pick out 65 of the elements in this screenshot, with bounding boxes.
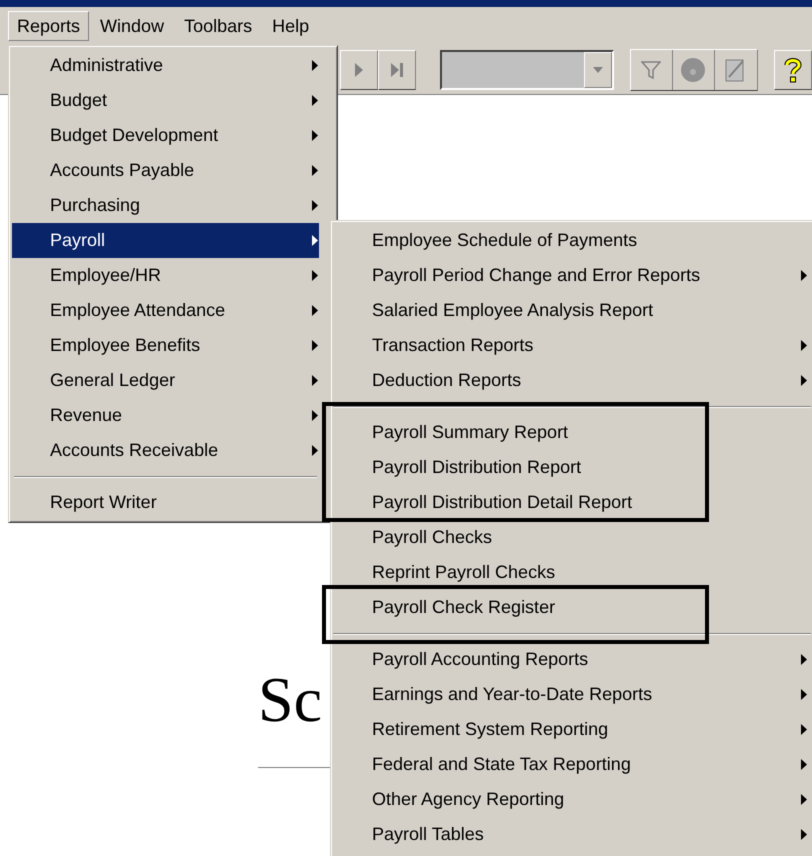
submenu-arrow-icon: [312, 130, 318, 141]
submenu-arrow-icon: [801, 829, 807, 840]
help-icon: [784, 56, 802, 82]
menu-bar-item[interactable]: Help: [263, 11, 318, 41]
menu-item[interactable]: Report Writer: [12, 485, 319, 520]
menu-item[interactable]: Other Agency Reporting: [331, 782, 812, 817]
combo-box[interactable]: [440, 50, 614, 90]
submenu-arrow-icon: [801, 340, 807, 351]
submenu-arrow-icon: [312, 60, 318, 71]
help-button[interactable]: [774, 50, 812, 90]
submenu-arrow-icon: [801, 270, 807, 281]
submenu-arrow-icon: [312, 95, 318, 106]
menu-item[interactable]: Payroll Checks: [331, 520, 812, 555]
menu-bar-item[interactable]: Reports: [8, 11, 90, 41]
menu-item[interactable]: Revenue: [12, 398, 319, 433]
play-icon: [355, 62, 364, 76]
submenu-arrow-icon: [801, 759, 807, 770]
submenu-arrow-icon: [312, 270, 318, 281]
filter-icon: [641, 60, 662, 80]
menu-item[interactable]: Payroll: [12, 223, 319, 258]
next-button[interactable]: [340, 50, 378, 90]
menu-item[interactable]: General Ledger: [12, 363, 319, 398]
skip-end-icon: [391, 62, 404, 76]
menu-item[interactable]: Salaried Employee Analysis Report: [331, 293, 812, 328]
menu-item[interactable]: Payroll Summary Report: [331, 415, 812, 450]
menu-item[interactable]: Payroll Accounting Reports: [331, 642, 812, 677]
menu-item[interactable]: Employee Benefits: [12, 328, 319, 363]
menu-item[interactable]: Earnings and Year-to-Date Reports: [331, 677, 812, 712]
menu-bar-item[interactable]: Toolbars: [175, 11, 262, 41]
submenu-arrow-icon: [312, 340, 318, 351]
menu-item[interactable]: Retirement System Reporting: [331, 712, 812, 747]
menu-item[interactable]: Payroll Period Change and Error Reports: [331, 258, 812, 293]
menu-item[interactable]: Payroll Tables: [331, 817, 812, 852]
menu-item[interactable]: Accounts Receivable: [12, 433, 319, 468]
menu-item[interactable]: Employee/HR: [12, 258, 319, 293]
dropdown-arrow-icon: [592, 66, 603, 72]
submenu-arrow-icon: [801, 654, 807, 665]
submenu-arrow-icon: [801, 375, 807, 386]
document-heading: Sc: [258, 668, 322, 732]
submenu-arrow-icon: [312, 165, 318, 176]
menu-bar-item[interactable]: Window: [91, 11, 174, 41]
submenu-arrow-icon: [801, 794, 807, 805]
menu-item[interactable]: Payroll Distribution Report: [331, 450, 812, 485]
menu-item[interactable]: Federal and State Tax Reporting: [331, 747, 812, 782]
menu-item[interactable]: Reprint Payroll Checks: [331, 555, 812, 590]
menu-item[interactable]: Deduction Reports: [331, 363, 812, 398]
menu-item[interactable]: Purchasing: [12, 188, 319, 223]
submenu-arrow-icon: [312, 235, 318, 246]
submenu-arrow-icon: [312, 200, 318, 211]
menu-item[interactable]: Administrative: [12, 48, 319, 83]
submenu-arrow-icon: [801, 689, 807, 700]
menu-item[interactable]: Employee Schedule of Payments: [331, 223, 812, 258]
submenu-arrow-icon: [312, 305, 318, 316]
submenu-arrow-icon: [801, 724, 807, 735]
menu-item[interactable]: Budget: [12, 83, 319, 118]
menu-item[interactable]: Payroll Check Register: [331, 590, 812, 625]
submenu-arrow-icon: [312, 445, 318, 456]
disc-icon: [680, 56, 706, 82]
submenu-arrow-icon: [312, 410, 318, 421]
submenu-arrow-icon: [312, 375, 318, 386]
menu-item[interactable]: Accounts Payable: [12, 153, 319, 188]
last-button[interactable]: [378, 50, 416, 90]
menu-item[interactable]: Employee Attendance: [12, 293, 319, 328]
menu-item[interactable]: Transaction Reports: [331, 328, 812, 363]
menu-item[interactable]: Budget Development: [12, 118, 319, 153]
